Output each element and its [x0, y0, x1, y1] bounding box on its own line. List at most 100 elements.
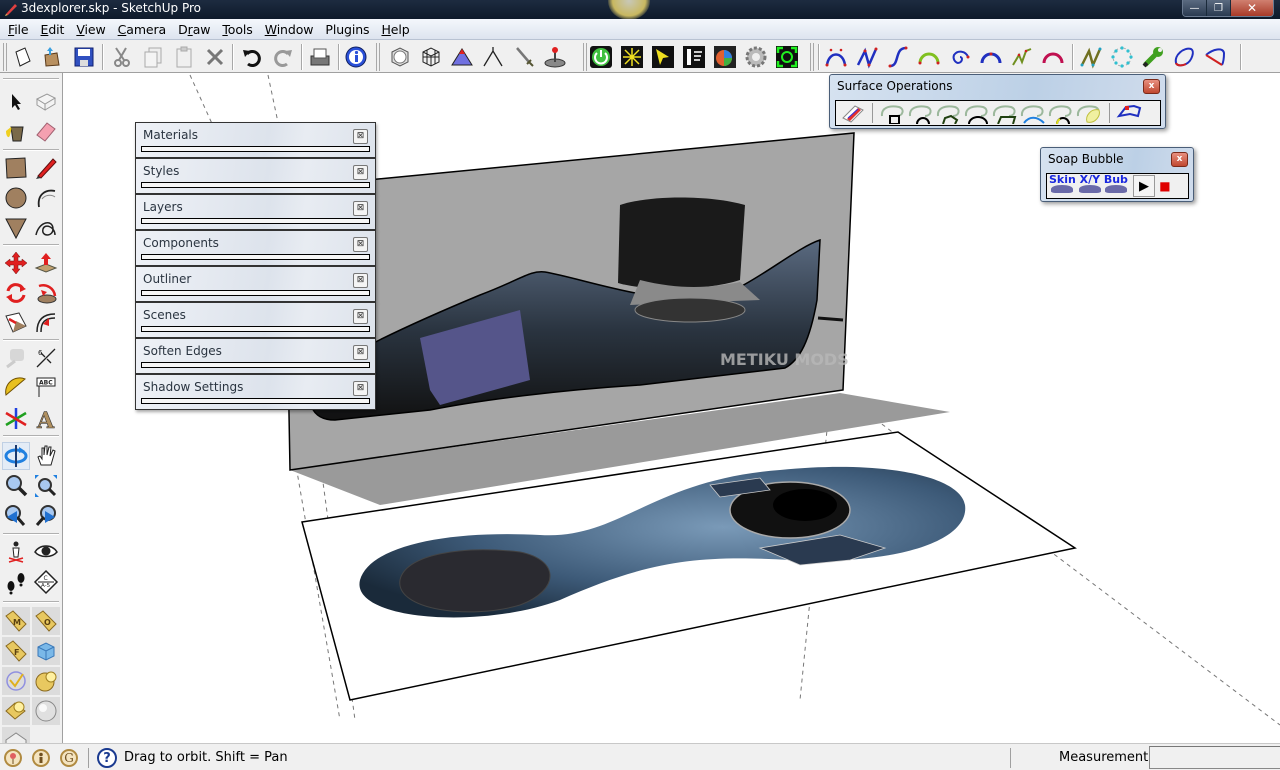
tray-collapse-bar[interactable] — [141, 218, 370, 224]
sandbox-icon[interactable] — [449, 44, 475, 70]
gear-icon[interactable] — [743, 44, 769, 70]
minimize-button[interactable]: — — [1183, 0, 1207, 16]
skin-button[interactable]: Skin — [1049, 174, 1076, 198]
wrench-icon[interactable] — [1140, 44, 1166, 70]
rotate-icon[interactable] — [2, 279, 30, 307]
new-icon[interactable] — [10, 44, 36, 70]
surface-polygon-icon[interactable] — [935, 102, 963, 124]
tray-collapse-bar[interactable] — [141, 362, 370, 368]
tag-f-icon[interactable]: F — [2, 637, 30, 665]
surface-arc-yellow-icon[interactable] — [1047, 102, 1075, 124]
polygon-icon[interactable] — [2, 214, 30, 242]
redo-icon[interactable] — [270, 44, 296, 70]
pencil-icon[interactable] — [32, 154, 60, 182]
print-icon[interactable] — [307, 44, 333, 70]
soap-bubble-window[interactable]: Soap Bubble x Skin X/Y Bub ▶ ■ — [1040, 147, 1194, 202]
toolbar-grip[interactable] — [3, 43, 7, 71]
model-info-icon[interactable] — [343, 44, 369, 70]
dimension-icon[interactable]: 6 — [32, 344, 60, 372]
pan-icon[interactable] — [32, 442, 60, 470]
render-icon[interactable] — [681, 44, 707, 70]
menu-help[interactable]: Help — [375, 22, 415, 37]
toolbar-grip[interactable] — [376, 43, 380, 71]
surface-rect-icon[interactable] — [879, 102, 907, 124]
toolbar-grip[interactable] — [583, 43, 587, 71]
tray-close-button[interactable]: ⊠ — [353, 381, 368, 396]
tray-outliner[interactable]: Outliner ⊠ — [135, 266, 376, 302]
circle-points-icon[interactable] — [1109, 44, 1135, 70]
section-plane-icon[interactable]: C A-5 — [32, 568, 60, 596]
push-pull-icon[interactable] — [32, 249, 60, 277]
orbit-icon[interactable] — [2, 442, 30, 470]
tray-close-button[interactable]: ⊠ — [353, 273, 368, 288]
tray-components[interactable]: Components ⊠ — [135, 230, 376, 266]
surface-offset-icon[interactable] — [1075, 102, 1103, 124]
arc-icon[interactable] — [32, 184, 60, 212]
menu-view[interactable]: View — [70, 22, 111, 37]
polyline-green-icon[interactable] — [1009, 44, 1035, 70]
copy-icon[interactable] — [140, 44, 166, 70]
rectangle-icon[interactable] — [2, 154, 30, 182]
tray-close-button[interactable]: ⊠ — [353, 129, 368, 144]
triangle-curve-icon[interactable] — [1202, 44, 1228, 70]
circle-icon[interactable] — [2, 184, 30, 212]
surface-outline-icon[interactable] — [1116, 102, 1144, 124]
select-light-icon[interactable] — [650, 44, 676, 70]
stop-button[interactable]: ■ — [1159, 175, 1171, 197]
surface-operations-window[interactable]: Surface Operations x — [829, 74, 1166, 129]
tape-measure-icon[interactable] — [2, 344, 30, 372]
menu-window[interactable]: Window — [259, 22, 320, 37]
menu-tools[interactable]: Tools — [216, 22, 258, 37]
close-button[interactable]: ✕ — [1231, 0, 1273, 16]
3d-viewport[interactable]: METIKU MODS Materials ⊠ Styles ⊠ Layers … — [64, 73, 1280, 743]
look-around-icon[interactable] — [32, 538, 60, 566]
surface-arc-icon[interactable] — [907, 102, 935, 124]
cut-icon[interactable] — [109, 44, 135, 70]
xray-icon[interactable] — [387, 44, 413, 70]
sphere-icon[interactable] — [32, 697, 60, 725]
tray-close-button[interactable]: ⊠ — [353, 345, 368, 360]
geo-location-icon[interactable] — [4, 749, 22, 767]
bezier-curve-icon[interactable] — [823, 44, 849, 70]
bulb-tag-icon[interactable] — [2, 697, 30, 725]
tray-collapse-bar[interactable] — [141, 182, 370, 188]
surface-eraser-icon[interactable] — [840, 102, 866, 124]
bub-button[interactable]: Bub — [1104, 174, 1128, 198]
tray-styles[interactable]: Styles ⊠ — [135, 158, 376, 194]
next-view-icon[interactable] — [32, 502, 60, 530]
surface-curve-icon[interactable] — [1019, 102, 1047, 124]
tray-layers[interactable]: Layers ⊠ — [135, 194, 376, 230]
previous-view-icon[interactable] — [2, 502, 30, 530]
color-picker-icon[interactable] — [712, 44, 738, 70]
menu-draw[interactable]: Draw — [172, 22, 216, 37]
scale-icon[interactable] — [2, 309, 30, 337]
position-camera-icon[interactable] — [2, 538, 30, 566]
spline-icon[interactable] — [885, 44, 911, 70]
paint-bucket-icon[interactable] — [2, 118, 30, 146]
arc-icon[interactable] — [978, 44, 1004, 70]
protractor-icon[interactable] — [2, 374, 30, 402]
3d-text-icon[interactable]: A — [32, 404, 60, 432]
menu-camera[interactable]: Camera — [112, 22, 172, 37]
tray-close-button[interactable]: ⊠ — [353, 309, 368, 324]
toolbar-grip[interactable] — [810, 43, 814, 71]
google-icon[interactable]: G — [60, 749, 78, 767]
bulb-pie-icon[interactable] — [32, 667, 60, 695]
freehand-icon[interactable] — [32, 214, 60, 242]
text-icon[interactable]: ABC — [32, 374, 60, 402]
help-icon[interactable]: ? — [97, 748, 117, 768]
offset-icon[interactable] — [32, 309, 60, 337]
tray-collapse-bar[interactable] — [141, 290, 370, 296]
sword-icon[interactable] — [511, 44, 537, 70]
menu-file[interactable]: File — [2, 22, 35, 37]
component-icon[interactable] — [32, 88, 60, 116]
axes-icon[interactable] — [2, 404, 30, 432]
light-icon[interactable] — [619, 44, 645, 70]
sketch-icon[interactable] — [480, 44, 506, 70]
tag-m-icon[interactable]: M — [2, 607, 30, 635]
undo-icon[interactable] — [239, 44, 265, 70]
zoom-extents-icon[interactable] — [32, 472, 60, 500]
tray-collapse-bar[interactable] — [141, 326, 370, 332]
walk-icon[interactable] — [2, 568, 30, 596]
erase-icon[interactable] — [202, 44, 228, 70]
